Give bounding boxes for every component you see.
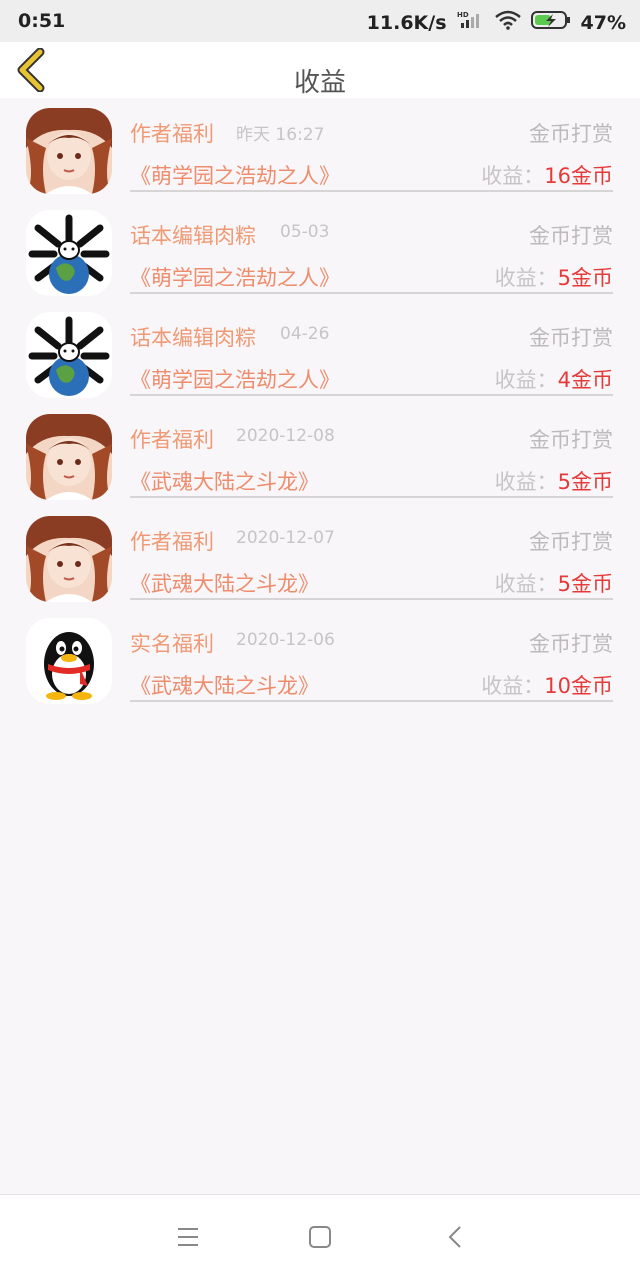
status-time: 0:51 — [18, 10, 66, 32]
item-type: 作者福利 — [130, 530, 214, 554]
income-label: 收益： — [494, 572, 558, 596]
home-button[interactable] — [306, 1225, 336, 1251]
earnings-list: 作者福利 昨天 16:27 金币打赏 《萌学园之浩劫之人》 收益：16金币 话本… — [0, 100, 640, 712]
item-type: 实名福利 — [130, 632, 214, 656]
item-type: 作者福利 — [130, 122, 214, 146]
list-item[interactable]: 作者福利 2020-12-08 金币打赏 《武魂大陆之斗龙》 收益：5金币 — [0, 406, 640, 508]
list-item[interactable]: 话本编辑肉粽 05-03 金币打赏 《萌学园之浩劫之人》 收益：5金币 — [0, 202, 640, 304]
item-content: 实名福利 2020-12-06 金币打赏 《武魂大陆之斗龙》 收益：10金币 — [130, 610, 613, 702]
list-item[interactable]: 实名福利 2020-12-06 金币打赏 《武魂大陆之斗龙》 收益：10金币 — [0, 610, 640, 712]
avatar-anime-girl — [26, 516, 112, 602]
chevron-left-icon — [448, 1226, 461, 1248]
item-date: 2020-12-07 — [236, 528, 335, 548]
item-content: 话本编辑肉粽 04-26 金币打赏 《萌学园之浩劫之人》 收益：4金币 — [130, 304, 613, 396]
list-item[interactable]: 作者福利 昨天 16:27 金币打赏 《萌学园之浩劫之人》 收益：16金币 — [0, 100, 640, 202]
item-income: 收益：16金币 — [481, 160, 613, 190]
avatar-qq-penguin — [26, 618, 112, 704]
income-label: 收益： — [481, 674, 545, 698]
system-nav-bar — [0, 1194, 640, 1281]
menu-button[interactable] — [174, 1225, 204, 1251]
income-amount: 5金币 — [557, 266, 613, 290]
item-income: 收益：5金币 — [495, 466, 613, 496]
income-amount: 16金币 — [544, 164, 613, 188]
wifi-icon — [494, 10, 521, 35]
item-book-title: 《武魂大陆之斗龙》 — [130, 572, 319, 596]
signal-tag: HD — [457, 11, 469, 19]
nav-back-button[interactable] — [442, 1225, 472, 1251]
battery-percent: 47% — [580, 11, 626, 34]
item-type: 作者福利 — [130, 428, 214, 452]
avatar-anime-girl — [26, 414, 112, 500]
item-category: 金币打赏 — [529, 530, 613, 554]
item-date: 05-03 — [280, 222, 330, 242]
item-type: 话本编辑肉粽 — [130, 224, 256, 248]
menu-icon — [178, 1228, 198, 1246]
list-item[interactable]: 作者福利 2020-12-07 金币打赏 《武魂大陆之斗龙》 收益：5金币 — [0, 508, 640, 610]
item-income: 收益：5金币 — [495, 262, 613, 292]
status-bar: 0:51 11.6K/s HD 47% — [0, 0, 640, 42]
income-amount: 4金币 — [557, 368, 613, 392]
list-item[interactable]: 话本编辑肉粽 04-26 金币打赏 《萌学园之浩劫之人》 收益：4金币 — [0, 304, 640, 406]
item-type: 话本编辑肉粽 — [130, 326, 256, 350]
item-category: 金币打赏 — [529, 428, 613, 452]
item-content: 话本编辑肉粽 05-03 金币打赏 《萌学园之浩劫之人》 收益：5金币 — [130, 202, 613, 294]
item-book-title: 《萌学园之浩劫之人》 — [130, 266, 340, 290]
item-content: 作者福利 2020-12-08 金币打赏 《武魂大陆之斗龙》 收益：5金币 — [130, 406, 613, 498]
item-book-title: 《武魂大陆之斗龙》 — [130, 470, 319, 494]
income-label: 收益： — [481, 164, 545, 188]
item-book-title: 《萌学园之浩劫之人》 — [130, 368, 340, 392]
income-amount: 5金币 — [557, 470, 613, 494]
item-date: 昨天 16:27 — [236, 125, 325, 145]
page-title: 收益 — [293, 68, 346, 98]
income-label: 收益： — [494, 368, 558, 392]
income-label: 收益： — [494, 470, 558, 494]
item-date: 04-26 — [280, 324, 330, 344]
battery-icon — [530, 10, 571, 35]
avatar-anime-girl — [26, 108, 112, 194]
header: 收益 — [0, 42, 640, 98]
item-content: 作者福利 2020-12-07 金币打赏 《武魂大陆之斗龙》 收益：5金币 — [130, 508, 613, 600]
avatar-bones-earth — [26, 210, 112, 296]
network-speed: 11.6K/s — [366, 11, 447, 34]
avatar-bones-earth — [26, 312, 112, 398]
income-label: 收益： — [494, 266, 558, 290]
item-book-title: 《武魂大陆之斗龙》 — [130, 674, 319, 698]
status-right: 11.6K/s HD 47% — [367, 10, 626, 35]
item-income: 收益：5金币 — [495, 568, 613, 598]
item-book-title: 《萌学园之浩劫之人》 — [130, 164, 340, 188]
item-category: 金币打赏 — [529, 326, 613, 350]
income-amount: 10金币 — [544, 674, 613, 698]
item-income: 收益：10金币 — [481, 670, 613, 700]
item-date: 2020-12-08 — [236, 426, 335, 446]
item-income: 收益：4金币 — [495, 364, 613, 394]
item-category: 金币打赏 — [529, 122, 613, 146]
square-icon — [309, 1226, 331, 1248]
signal-icon: HD — [457, 10, 485, 35]
item-content: 作者福利 昨天 16:27 金币打赏 《萌学园之浩劫之人》 收益：16金币 — [130, 100, 613, 192]
income-amount: 5金币 — [557, 572, 613, 596]
item-category: 金币打赏 — [529, 632, 613, 656]
item-category: 金币打赏 — [529, 224, 613, 248]
item-date: 2020-12-06 — [236, 630, 335, 650]
